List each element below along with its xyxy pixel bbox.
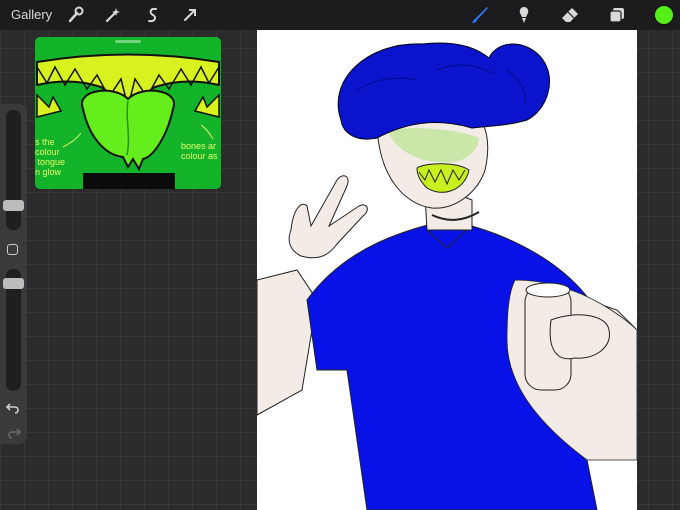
eraser-icon[interactable] [560, 5, 580, 25]
reference-note-left: s the colour tongue n glow [35, 137, 66, 177]
wrench-icon[interactable] [66, 5, 86, 25]
modify-button[interactable] [7, 244, 18, 255]
color-picker-swatch[interactable] [655, 6, 673, 24]
layers-icon[interactable] [607, 5, 627, 25]
magic-wand-icon[interactable] [102, 5, 122, 25]
reference-window[interactable]: s the colour tongue n glow bones ar colo… [35, 37, 221, 189]
drawing-canvas[interactable] [257, 30, 637, 510]
artwork [257, 42, 637, 510]
transform-arrow-icon[interactable] [180, 5, 200, 25]
brush-size-thumb[interactable] [3, 200, 24, 211]
selection-icon[interactable] [143, 5, 163, 25]
brush-icon[interactable] [470, 5, 490, 25]
left-sidebar [0, 104, 27, 444]
gallery-button[interactable]: Gallery [11, 7, 52, 22]
brush-size-slider[interactable] [6, 110, 21, 230]
smudge-icon[interactable] [514, 5, 534, 25]
undo-icon[interactable] [5, 401, 21, 414]
opacity-thumb[interactable] [3, 278, 24, 289]
reference-note-right: bones ar colour as [181, 141, 218, 161]
top-toolbar: Gallery [0, 0, 680, 30]
redo-icon[interactable] [6, 426, 22, 439]
